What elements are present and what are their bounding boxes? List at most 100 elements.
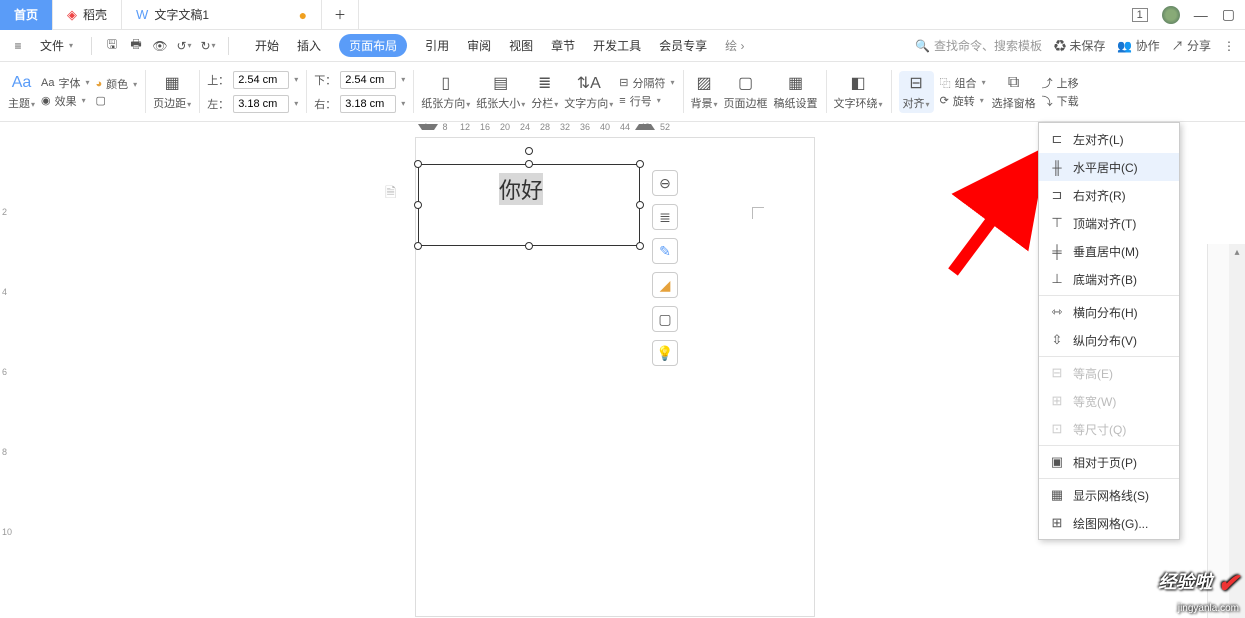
margin-bottom-input[interactable]: 下：▾ [314,71,405,89]
minimize-icon[interactable]: — [1194,7,1208,23]
handle-rotate[interactable] [525,147,533,155]
margin-right-input[interactable]: 右：▾ [314,95,405,113]
align-bottom-item[interactable]: ⊥底端对齐(B) [1039,265,1179,293]
dist-vert-icon: ⇳ [1049,332,1065,348]
maximize-icon[interactable]: ▢ [1222,6,1235,23]
float-style-button[interactable]: ✎ [652,238,678,264]
tab-document[interactable]: W文字文稿1● [122,0,322,30]
handle-tm[interactable] [525,160,533,168]
movedown-button[interactable]: ⤵下载 [1042,93,1079,109]
group-button[interactable]: ⿻组合▾ [940,75,986,91]
tab-docke[interactable]: ◈稻壳 [53,0,122,30]
menutab-view[interactable]: 视图 [509,37,533,54]
avatar[interactable] [1162,6,1180,24]
handle-br[interactable] [636,242,644,250]
gridpaper-button[interactable]: ▦稿纸设置 [774,73,818,111]
rel-page-icon: ▣ [1049,454,1065,470]
orientation-button[interactable]: ▯纸张方向▾ [421,73,470,111]
square-button[interactable]: ▢ [96,94,138,107]
effect-button[interactable]: ◉效果▾ [41,93,89,109]
hamburger-icon[interactable]: ≡ [10,38,26,54]
textwrap-button[interactable]: ◧文字环绕▾ [834,73,883,111]
preview-icon[interactable]: 👁 [152,38,168,54]
rotate-icon: ⟳ [940,94,949,107]
save-icon[interactable]: 🖫 [104,38,120,54]
redo-icon[interactable]: ↻▾ [200,38,216,54]
lineno-button[interactable]: ≡行号▾ [619,93,674,109]
menutab-draw[interactable]: 绘 › [725,37,744,54]
menutab-ref[interactable]: 引用 [425,37,449,54]
search-box[interactable]: 🔍查找命令、搜索模板 [915,37,1042,54]
textbox[interactable]: 你好 [418,164,640,246]
ruler-right-marker[interactable] [635,124,655,130]
float-collapse-button[interactable]: ⊖ [652,170,678,196]
rel-page-item[interactable]: ▣相对于页(P) [1039,448,1179,476]
handle-bm[interactable] [525,242,533,250]
menutab-review[interactable]: 审阅 [467,37,491,54]
selpane-icon: ⧉ [1004,73,1024,93]
float-fill-button[interactable]: ◢ [652,272,678,298]
undo-icon[interactable]: ↺▾ [176,38,192,54]
coop-button[interactable]: 👥 协作 [1117,37,1159,54]
align-top-item[interactable]: ⊤顶端对齐(T) [1039,209,1179,237]
float-idea-button[interactable]: 💡 [652,340,678,366]
textdir-button[interactable]: ⇅A文字方向▾ [564,73,613,111]
menutab-chapter[interactable]: 章节 [551,37,575,54]
margin-left-input[interactable]: 左：▾ [207,95,298,113]
align-right-item[interactable]: ⊐右对齐(R) [1039,181,1179,209]
float-shape-button[interactable]: ▢ [652,306,678,332]
ruler-indent-marker[interactable] [418,124,438,130]
show-grid-item[interactable]: ▦显示网格线(S) [1039,481,1179,509]
print-icon[interactable]: 🖶 [128,38,144,54]
handle-mr[interactable] [636,201,644,209]
handle-tr[interactable] [636,160,644,168]
rotate-button[interactable]: ⟳旋转▾ [940,93,986,109]
separator-button[interactable]: ⊟分隔符▾ [619,75,674,91]
color-button[interactable]: ◕颜色▾ [96,76,138,92]
draw-grid-item[interactable]: ⊞绘图网格(G)... [1039,509,1179,537]
moveup-button[interactable]: ⤴上移 [1042,75,1079,91]
pageborder-button[interactable]: ▢页面边框 [724,73,768,111]
doc-tag-icon[interactable]: 🗎 [385,182,396,206]
share-button[interactable]: ↗ 分享 [1172,37,1211,54]
selectionpane-button[interactable]: ⧉选择窗格 [992,73,1036,111]
align-button[interactable]: ⊟对齐▾ [899,71,934,113]
grid-icon: ▦ [786,73,806,93]
side-panel [1207,244,1229,618]
dist-horiz-icon: ⇿ [1049,304,1065,320]
menutab-insert[interactable]: 插入 [297,37,321,54]
badge-icon[interactable]: 1 [1132,8,1148,22]
file-menu[interactable]: 文件▾ [34,35,79,56]
page-corner-mark [752,207,764,219]
dist-horiz-item[interactable]: ⇿横向分布(H) [1039,298,1179,326]
papersize-button[interactable]: ▤纸张大小▾ [476,73,525,111]
align-vmiddle-item[interactable]: ╪垂直居中(M) [1039,237,1179,265]
handle-tl[interactable] [414,160,422,168]
menutab-layout[interactable]: 页面布局 [339,34,407,57]
float-layout-button[interactable]: ≣ [652,204,678,230]
menutab-start[interactable]: 开始 [255,37,279,54]
textbox-text[interactable]: 你好 [499,173,543,205]
tab-home[interactable]: 首页 [0,0,53,30]
dist-vert-item[interactable]: ⇳纵向分布(V) [1039,326,1179,354]
background-button[interactable]: ▨背景▾ [691,73,718,111]
theme-button[interactable]: Aa主题▾ [8,73,35,111]
vertical-scrollbar[interactable]: ▴ [1229,244,1245,618]
unsaved-status[interactable]: ♻ 未保存 [1054,37,1105,54]
align-left-item[interactable]: ⊏左对齐(L) [1039,125,1179,153]
menutab-dev[interactable]: 开发工具 [593,37,641,54]
columns-icon: ≣ [535,73,555,93]
color-icon: ◕ [96,78,103,90]
margin-top-input[interactable]: 上：▾ [207,71,298,89]
margins-button[interactable]: ▦页边距▾ [153,73,191,111]
scroll-up-icon[interactable]: ▴ [1229,244,1245,260]
handle-ml[interactable] [414,201,422,209]
handle-bl[interactable] [414,242,422,250]
align-hcenter-item[interactable]: ╫水平居中(C) [1039,153,1179,181]
columns-button[interactable]: ≣分栏▾ [531,73,558,111]
more-icon[interactable]: ⋮ [1223,39,1235,53]
wps-word-icon: W [136,7,148,22]
tab-add[interactable]: ＋ [322,0,359,30]
menutab-member[interactable]: 会员专享 [659,37,707,54]
font-button[interactable]: Aa字体▾ [41,75,89,91]
